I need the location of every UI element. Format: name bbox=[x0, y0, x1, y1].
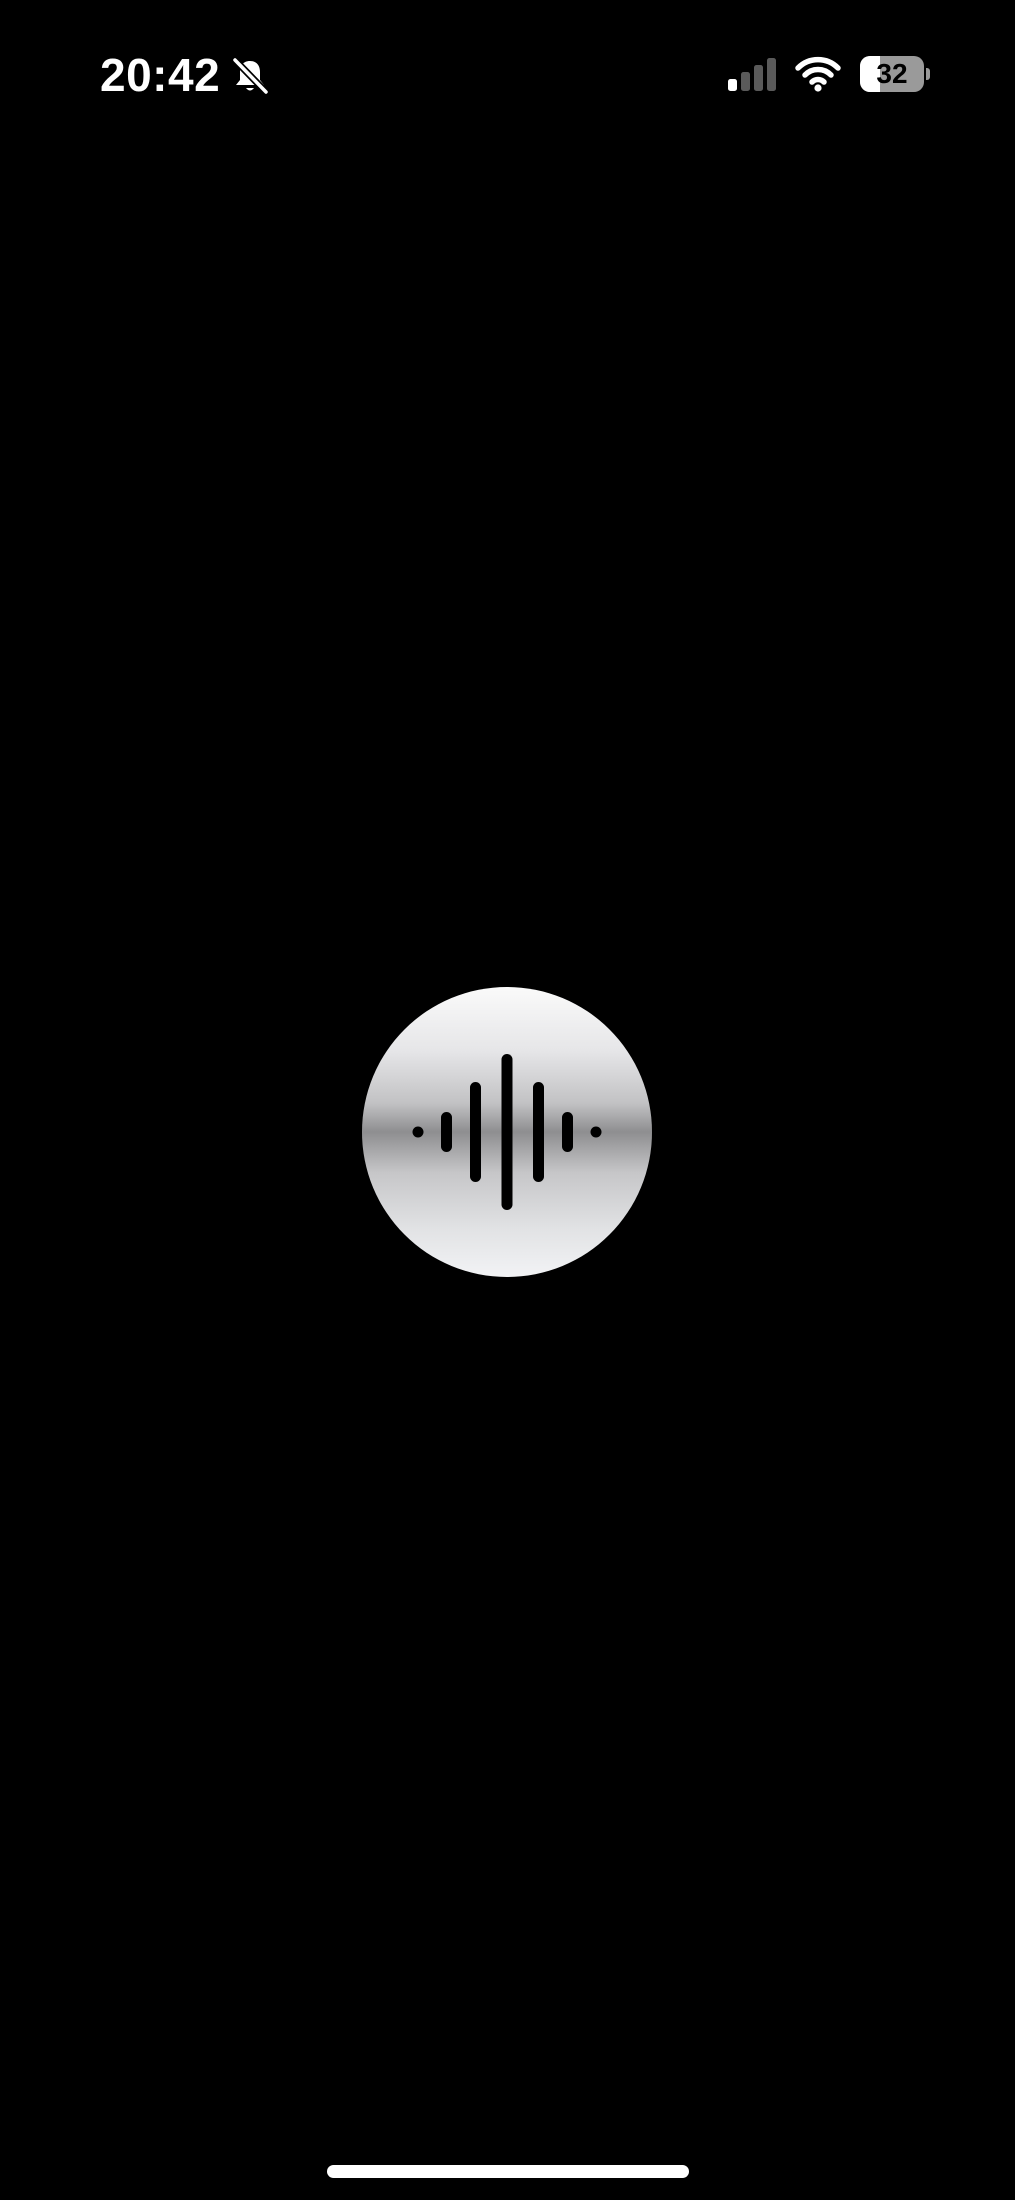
battery-cap bbox=[926, 68, 930, 80]
cellular-signal-icon bbox=[728, 58, 776, 91]
voice-mode-button[interactable] bbox=[362, 987, 652, 1277]
signal-bar bbox=[728, 79, 737, 91]
battery-level: 32 bbox=[876, 58, 908, 89]
battery-icon: 32 bbox=[860, 56, 924, 92]
sound-waveform-icon bbox=[412, 1054, 602, 1210]
battery-indicator: 32 bbox=[860, 56, 930, 92]
signal-bar bbox=[741, 72, 750, 91]
status-time: 20:42 bbox=[100, 49, 221, 101]
wifi-icon bbox=[795, 56, 841, 92]
bell-slash-icon bbox=[231, 56, 270, 96]
signal-bar bbox=[767, 58, 776, 91]
status-bar: 20:42 32 bbox=[0, 0, 1015, 150]
signal-bar bbox=[754, 65, 763, 91]
home-indicator[interactable] bbox=[327, 2165, 689, 2178]
